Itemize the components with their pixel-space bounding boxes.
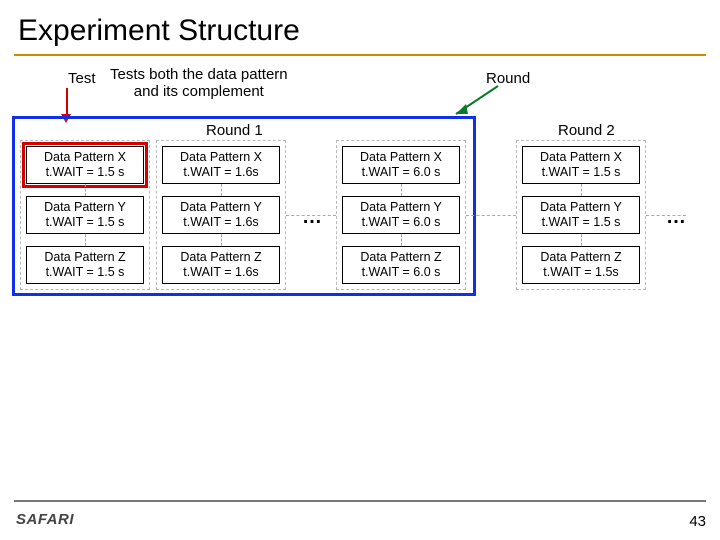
conn: [466, 215, 516, 216]
conn: [646, 215, 686, 216]
r2-ellipsis: …: [666, 206, 686, 229]
conn: [581, 184, 582, 196]
conn: [401, 184, 402, 196]
diagram: Round 1 Data Pattern X t.WAIT = 1.5 s Da…: [6, 110, 714, 320]
r1c1-cell-x: Data Pattern X t.WAIT = 1.5 s: [26, 146, 144, 184]
conn: [85, 184, 86, 196]
footer-logo: SAFARI: [16, 511, 74, 528]
conn: [85, 234, 86, 246]
r2c1-cell-x: Data Pattern X t.WAIT = 1.5 s: [522, 146, 640, 184]
r1-ellipsis: …: [302, 206, 322, 229]
conn: [221, 184, 222, 196]
page-number: 43: [689, 513, 706, 530]
r1c1-cell-y: Data Pattern Y t.WAIT = 1.5 s: [26, 196, 144, 234]
label-desc: Tests both the data pattern and its comp…: [110, 66, 288, 101]
r1c2-cell-z: Data Pattern Z t.WAIT = 1.6s: [162, 246, 280, 284]
labels-row: Test Tests both the data pattern and its…: [0, 66, 720, 110]
r1c3-cell-x: Data Pattern X t.WAIT = 6.0 s: [342, 146, 460, 184]
r1c2-cell-x: Data Pattern X t.WAIT = 1.6s: [162, 146, 280, 184]
slide-title: Experiment Structure: [0, 0, 720, 54]
conn: [581, 234, 582, 246]
label-desc-line2: and its complement: [134, 83, 264, 100]
round2-title: Round 2: [558, 122, 615, 139]
label-test: Test: [68, 70, 96, 87]
conn: [286, 215, 336, 216]
conn: [401, 234, 402, 246]
r2c1-cell-z: Data Pattern Z t.WAIT = 1.5s: [522, 246, 640, 284]
conn: [221, 234, 222, 246]
title-divider: [14, 54, 706, 56]
label-desc-line1: Tests both the data pattern: [110, 66, 288, 83]
r1c1-cell-z: Data Pattern Z t.WAIT = 1.5 s: [26, 246, 144, 284]
footer-divider: [14, 500, 706, 502]
r2c1-cell-y: Data Pattern Y t.WAIT = 1.5 s: [522, 196, 640, 234]
round1-title: Round 1: [206, 122, 263, 139]
r1c2-cell-y: Data Pattern Y t.WAIT = 1.6s: [162, 196, 280, 234]
r1c3-cell-z: Data Pattern Z t.WAIT = 6.0 s: [342, 246, 460, 284]
r1c3-cell-y: Data Pattern Y t.WAIT = 6.0 s: [342, 196, 460, 234]
